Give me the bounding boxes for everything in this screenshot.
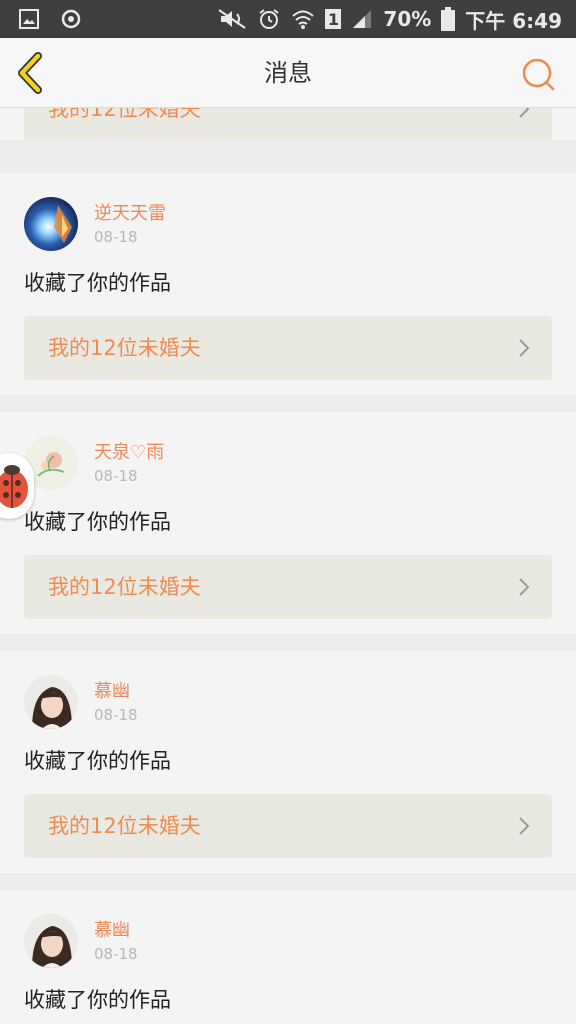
page-title: 消息: [264, 59, 312, 87]
timestamp: 08-18: [94, 706, 138, 724]
list-item[interactable]: 逆天天雷 08-18 收藏了你的作品 我的12位未婚夫: [0, 173, 576, 395]
work-title: 我的12位未婚夫: [48, 814, 201, 838]
battery-percent: 70%: [383, 7, 432, 31]
avatar[interactable]: [24, 675, 78, 729]
mute-icon: [217, 8, 247, 30]
record-icon: [60, 8, 82, 30]
battery-icon: [441, 7, 456, 31]
action-text: 收藏了你的作品: [24, 271, 171, 295]
gallery-icon: [18, 8, 40, 30]
clock: 下午 6:49: [465, 8, 562, 33]
chevron-right-icon: [518, 816, 530, 840]
chevron-right-icon: [518, 577, 530, 601]
username[interactable]: 慕幽: [94, 916, 130, 942]
message-list: 我的12位未婚夫 逆天天雷 08-18 收藏了你的作品 我的12位未婚夫 天泉♡…: [0, 108, 576, 1024]
work-link[interactable]: 我的12位未婚夫: [24, 555, 552, 619]
work-link[interactable]: 我的12位未婚夫: [24, 794, 552, 858]
username[interactable]: 慕幽: [94, 677, 130, 703]
action-text: 收藏了你的作品: [24, 510, 171, 534]
alarm-icon: [257, 7, 281, 31]
work-title: 我的12位未婚夫: [48, 336, 201, 360]
list-item: 我的12位未婚夫: [0, 108, 576, 140]
username[interactable]: 逆天天雷: [94, 199, 166, 225]
signal-icon: [351, 8, 373, 30]
work-title: 我的12位未婚夫: [48, 108, 201, 121]
chevron-right-icon: [518, 108, 530, 123]
list-item[interactable]: 天泉♡雨 08-18 收藏了你的作品 我的12位未婚夫: [0, 412, 576, 634]
work-title: 我的12位未婚夫: [48, 575, 201, 599]
action-text: 收藏了你的作品: [24, 988, 171, 1012]
list-item[interactable]: 慕幽 08-18 收藏了你的作品 我的12位未婚夫: [0, 651, 576, 873]
search-icon[interactable]: [520, 56, 556, 92]
ladybug-float-icon[interactable]: [0, 453, 34, 519]
list-item[interactable]: 慕幽 08-18 收藏了你的作品: [0, 890, 576, 1024]
status-bar: 1 70% 下午 6:49: [0, 0, 576, 38]
timestamp: 08-18: [94, 228, 138, 246]
chevron-right-icon: [518, 338, 530, 362]
sim-badge: 1: [325, 9, 342, 29]
timestamp: 08-18: [94, 467, 138, 485]
avatar[interactable]: [24, 197, 78, 251]
work-link[interactable]: 我的12位未婚夫: [24, 316, 552, 380]
avatar[interactable]: [24, 914, 78, 968]
header-bar: 消息: [0, 38, 576, 108]
wifi-icon: [291, 8, 315, 30]
username[interactable]: 天泉♡雨: [94, 438, 164, 464]
work-link[interactable]: 我的12位未婚夫: [24, 108, 552, 140]
action-text: 收藏了你的作品: [24, 749, 171, 773]
timestamp: 08-18: [94, 945, 138, 963]
